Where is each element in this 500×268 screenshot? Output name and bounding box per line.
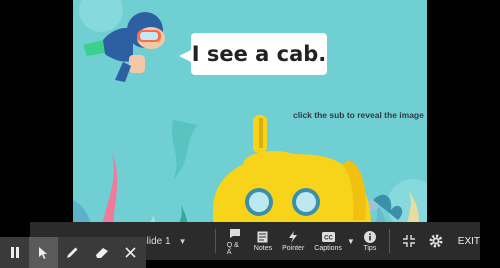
- drawing-toolbar: [0, 237, 146, 268]
- slide-canvas: I see a cab. click the sub to reveal the…: [73, 0, 427, 260]
- cc-icon: CC: [320, 230, 336, 243]
- pointer-icon[interactable]: [29, 237, 58, 268]
- chat-bubble-icon: [227, 227, 243, 240]
- tips-label: Tips: [363, 245, 377, 252]
- exit-button[interactable]: EXIT: [458, 236, 480, 247]
- toolbar-divider: [388, 229, 390, 253]
- qa-button[interactable]: Q & A: [227, 227, 244, 256]
- chevron-down-icon: ▼: [178, 236, 187, 246]
- pause-icon[interactable]: [0, 237, 29, 268]
- eraser-icon[interactable]: [87, 237, 116, 268]
- toolbar-divider: [214, 229, 216, 253]
- lightning-icon: [285, 230, 301, 243]
- notes-icon: [255, 230, 271, 243]
- info-icon: [362, 230, 378, 243]
- close-icon[interactable]: [116, 237, 145, 268]
- captions-chevron-down-icon[interactable]: ▼: [347, 237, 355, 246]
- speech-bubble: I see a cab.: [179, 33, 327, 75]
- captions-label: Captions: [314, 245, 342, 252]
- qa-label: Q & A: [226, 241, 239, 256]
- pointer-label: Pointer: [282, 245, 305, 252]
- captions-button[interactable]: CC Captions: [314, 230, 342, 252]
- svg-text:CC: CC: [324, 235, 333, 241]
- tips-button[interactable]: Tips: [362, 230, 378, 252]
- slide-select[interactable]: Slide 1 ▼: [140, 236, 209, 247]
- pen-icon[interactable]: [58, 237, 87, 268]
- notes-button[interactable]: Notes: [254, 230, 272, 252]
- gear-icon[interactable]: [429, 234, 443, 248]
- pointer-button[interactable]: Pointer: [282, 230, 304, 252]
- exit-fullscreen-icon[interactable]: [402, 235, 415, 247]
- notes-label: Notes: [253, 245, 273, 252]
- reveal-hint-text: click the sub to reveal the image: [293, 110, 424, 120]
